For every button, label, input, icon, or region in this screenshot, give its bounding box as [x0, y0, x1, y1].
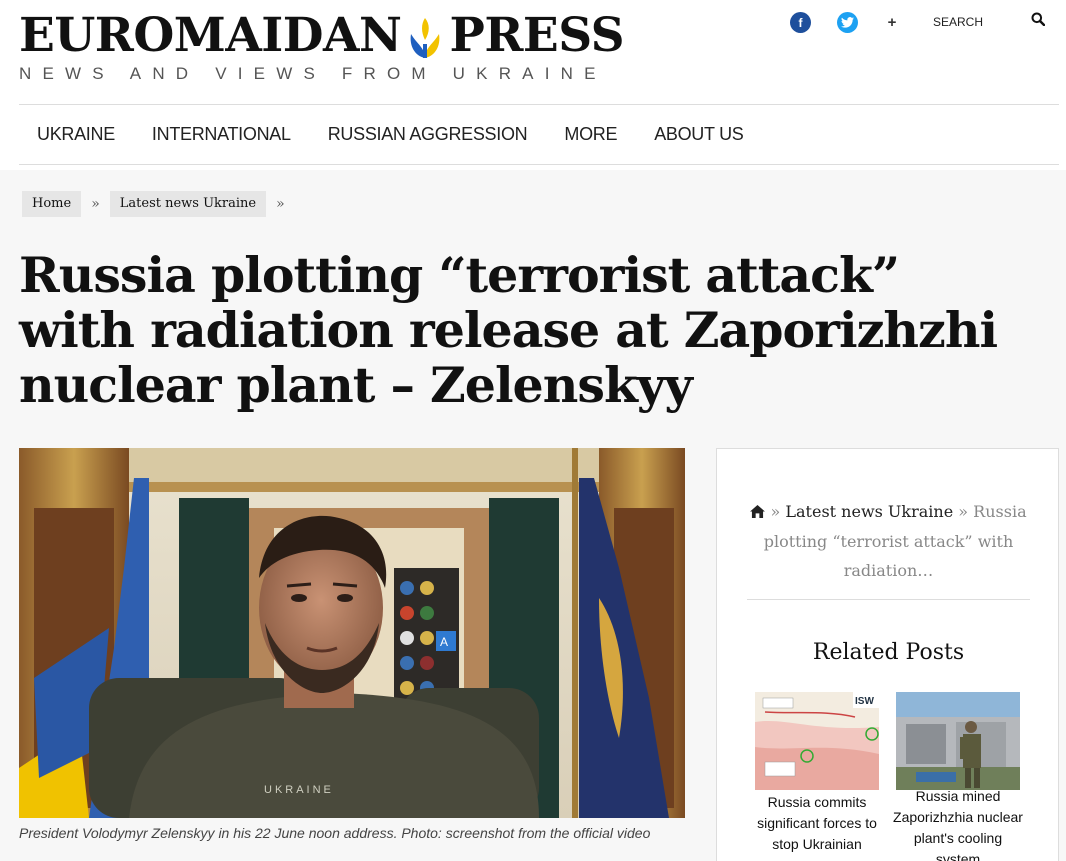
logo-tagline: NEWS AND VIEWS FROM UKRAINE — [19, 64, 607, 83]
site-header: EUROMAIDAN PRESS NEWS AND VIEWS FROM UKR… — [0, 0, 1066, 170]
photo-caption: President Volodymyr Zelenskyy in his 22 … — [19, 825, 651, 841]
related-posts-title: Related Posts — [812, 640, 965, 665]
facebook-icon[interactable]: f — [790, 12, 811, 33]
nav-item-international[interactable]: INTERNATIONAL — [152, 124, 291, 145]
main-navigation: UKRAINE INTERNATIONAL RUSSIAN AGGRESSION… — [19, 104, 1059, 165]
breadcrumb-separator: » — [276, 196, 285, 212]
twitter-icon[interactable] — [837, 12, 858, 33]
related-post-thumbnail[interactable] — [896, 692, 1020, 790]
site-logo[interactable]: EUROMAIDAN PRESS NEWS AND VIEWS FROM UKR… — [19, 8, 625, 84]
svg-text:A: A — [440, 635, 448, 649]
nav-item-russian-aggression[interactable]: RUSSIAN AGGRESSION — [328, 124, 528, 145]
breadcrumb-section[interactable]: Latest news Ukraine — [109, 191, 267, 217]
isw-logo: ISW — [855, 696, 874, 707]
article-title: Russia plotting “terrorist attack” with … — [19, 246, 998, 414]
sidebar: » Latest news Ukraine » Russia plotting … — [716, 448, 1059, 861]
logo-wordmark: EUROMAIDAN PRESS — [19, 8, 625, 63]
nav-item-more[interactable]: MORE — [564, 124, 617, 145]
sidebar-crumb-separator: » — [958, 502, 969, 521]
search-icon[interactable] — [1031, 12, 1049, 30]
related-post-thumbnail[interactable]: ISW — [755, 692, 879, 790]
breadcrumb-home[interactable]: Home — [22, 191, 82, 217]
social-links: f + — [790, 12, 900, 33]
shirt-text: UKRAINE — [264, 784, 334, 796]
breadcrumb-separator: » — [91, 196, 100, 212]
nav-item-about-us[interactable]: ABOUT US — [654, 124, 744, 145]
logo-text-left: EUROMAIDAN — [19, 8, 402, 63]
sidebar-divider — [747, 599, 1030, 600]
more-share-button[interactable]: + — [884, 14, 900, 31]
article-area: Home » Latest news Ukraine » Russia plot… — [0, 170, 1066, 861]
logo-text-right: PRESS — [449, 8, 625, 63]
dove-icon — [403, 14, 447, 62]
nav-item-ukraine[interactable]: UKRAINE — [37, 124, 115, 145]
search-input[interactable]: SEARCH — [933, 15, 983, 29]
sidebar-crumb-separator: » — [770, 502, 781, 521]
related-post-title[interactable]: Russia mined Zaporizhzhia nuclear plant'… — [893, 786, 1023, 861]
sidebar-crumb-section[interactable]: Latest news Ukraine — [785, 502, 953, 521]
related-post-title[interactable]: Russia commits significant forces to sto… — [752, 792, 882, 855]
breadcrumb: Home » Latest news Ukraine » — [22, 191, 295, 217]
article-photo[interactable]: A UKRAINE — [19, 448, 685, 818]
home-icon[interactable] — [750, 498, 766, 527]
sidebar-breadcrumb: » Latest news Ukraine » Russia plotting … — [747, 497, 1030, 585]
